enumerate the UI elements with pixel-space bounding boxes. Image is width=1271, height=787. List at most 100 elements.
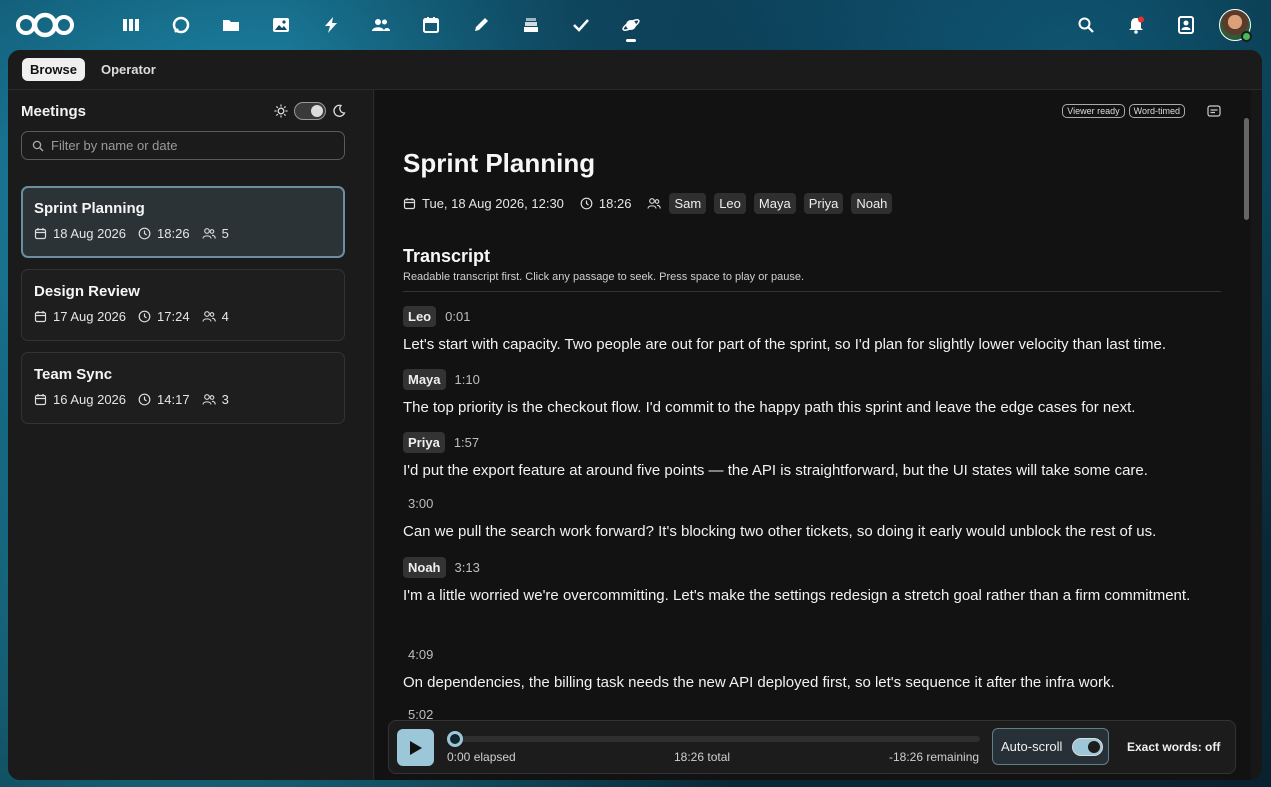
main-window: Browse Operator Meetings Sprint Planning… [8,50,1262,780]
talk-icon[interactable] [156,0,206,50]
moon-icon [333,104,346,117]
segment-text[interactable]: I'd put the export feature at around fiv… [403,457,1221,484]
meeting-participants-count: 3 [221,392,229,407]
meeting-item-sprint-planning[interactable]: Sprint Planning 18 Aug 2026 18:26 5 [21,186,345,258]
clock-icon [138,310,151,323]
calendar-icon[interactable] [406,0,456,50]
clock-icon [580,197,593,210]
deck-icon[interactable] [506,0,556,50]
auto-scroll-label: Auto-scroll [1001,739,1063,754]
notes-icon[interactable] [456,0,506,50]
segment-text[interactable]: On dependencies, the billing task needs … [403,669,1221,696]
tasks-icon[interactable] [556,0,606,50]
transcript-segment[interactable]: Priya 1:57 I'd put the export feature at … [403,431,1221,484]
viewer-ready-badge: Viewer ready [1062,104,1125,118]
segment-text[interactable]: Let's start with capacity. Two people ar… [403,331,1221,358]
meeting-datetime: Tue, 18 Aug 2026, 12:30 [422,196,564,211]
meeting-item-team-sync[interactable]: Team Sync 16 Aug 2026 14:17 3 [21,352,345,424]
notifications-icon[interactable] [1111,0,1161,50]
clock-icon [138,227,151,240]
transcript-segment[interactable]: 3:00 Can we pull the search work forward… [403,492,1221,545]
scrollbar-thumb[interactable] [1244,118,1249,220]
dashboard-icon[interactable] [106,0,156,50]
participant-chip: Noah [851,193,893,214]
theme-switch[interactable] [294,102,326,120]
total-time: 18:26 total [674,750,731,764]
exact-words-toggle[interactable]: Exact words: off [1127,740,1220,754]
meeting-item-design-review[interactable]: Design Review 17 Aug 2026 17:24 4 [21,269,345,341]
meeting-duration: 18:26 [598,196,632,211]
files-icon[interactable] [206,0,256,50]
meeting-meta: 16 Aug 2026 14:17 3 [34,392,332,407]
transcript-segment[interactable]: 4:09 On dependencies, the billing task n… [403,643,1221,696]
segment-timestamp[interactable]: 4:09 [408,647,433,662]
captions-icon[interactable] [1207,105,1221,117]
transcript-segment[interactable]: Leo 0:01 Let's start with capacity. Two p… [403,305,1221,358]
filter-input[interactable] [51,138,321,153]
participant-chip: Priya [803,193,844,214]
meeting-participants-count: 4 [221,309,229,324]
segment-timestamp[interactable]: 3:13 [455,560,480,575]
tab-browse[interactable]: Browse [22,58,85,81]
user-avatar[interactable] [1219,9,1252,42]
speaker-label: Priya [403,431,445,453]
seek-handle[interactable] [447,731,463,747]
transcript-subtitle: Readable transcript first. Click any pas… [403,271,805,283]
meeting-title: Sprint Planning [34,200,145,217]
sidebar-title: Meetings [21,103,87,120]
search-icon[interactable] [1061,0,1111,50]
meeting-title: Design Review [34,283,140,300]
view-tabs: Browse Operator [8,50,1262,90]
tab-operator[interactable]: Operator [93,58,164,81]
remaining-time: -18:26 remaining [889,750,980,764]
filter-box [21,131,345,160]
participants-icon [202,393,216,406]
segment-text[interactable]: The top priority is the checkout flow. I… [403,394,1221,421]
activity-icon[interactable] [306,0,356,50]
segment-text[interactable]: I'm a little worried we're overcommittin… [403,582,1221,609]
calendar-icon [34,393,47,406]
participants-icon [202,227,216,240]
sun-icon [274,104,288,118]
online-status-indicator [1241,31,1252,42]
transcript-heading: Transcript [403,246,491,266]
meeting-duration: 17:24 [157,309,190,324]
scrollbar[interactable] [1239,90,1251,780]
meeting-info: Tue, 18 Aug 2026, 12:30 18:26 Sam Leo Ma… [403,193,900,214]
meeting-date: 18 Aug 2026 [53,226,127,241]
participants-icon [202,310,216,323]
nextcloud-logo[interactable] [14,11,76,39]
participant-chip: Leo [714,193,746,214]
meeting-duration: 14:17 [157,392,190,407]
photos-icon[interactable] [256,0,306,50]
contacts-icon[interactable] [356,0,406,50]
calendar-icon [34,227,47,240]
auto-scroll-switch[interactable] [1072,737,1104,756]
seek-bar[interactable] [447,731,980,747]
transcript-segment[interactable]: Noah 3:13 I'm a little worried we're over… [403,556,1221,609]
speaker-label: Leo [403,305,437,327]
divider [403,291,1221,292]
play-button[interactable] [397,729,434,766]
app-menu [106,0,656,50]
segment-timestamp[interactable]: 3:00 [408,496,433,511]
elapsed-time: 0:00 elapsed [447,750,516,764]
participant-chip: Sam [669,193,707,214]
transcript-segment[interactable]: Maya 1:10 The top priority is the checkou… [403,368,1221,421]
meetings-icon[interactable] [606,0,656,50]
segment-text[interactable]: Can we pull the search work forward? It'… [403,518,1221,545]
auto-scroll-toggle[interactable]: Auto-scroll [992,728,1109,765]
segment-timestamp[interactable]: 1:57 [454,435,479,450]
contacts-menu-icon[interactable] [1161,0,1211,50]
segment-timestamp[interactable]: 0:01 [445,309,470,324]
meeting-meta: 18 Aug 2026 18:26 5 [34,226,332,241]
search-icon [32,140,44,151]
calendar-icon [403,197,416,210]
status-badges: Viewer ready Word-timed [1062,104,1221,118]
topbar-right [1061,0,1271,50]
play-icon [409,740,422,755]
segment-timestamp[interactable]: 1:10 [455,372,480,387]
top-navigation-bar [0,0,1271,50]
theme-toggle[interactable] [274,102,346,120]
participant-chip: Maya [753,193,796,214]
